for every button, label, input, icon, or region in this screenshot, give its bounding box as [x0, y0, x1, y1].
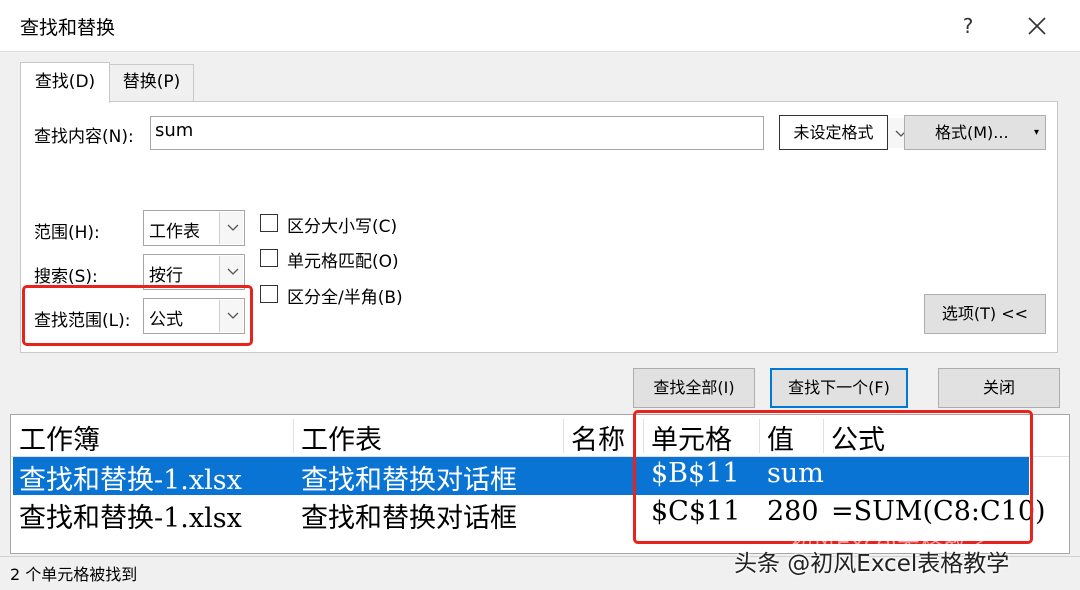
within-label: 范围(H):	[34, 223, 100, 243]
result-workbook: 查找和替换-1.xlsx	[19, 465, 242, 496]
search-order-dropdown[interactable]	[219, 256, 243, 288]
within-value: 工作表	[149, 222, 200, 242]
within-select[interactable]: 工作表	[143, 210, 245, 246]
column-divider[interactable]	[293, 419, 294, 453]
column-divider[interactable]	[563, 419, 564, 453]
close-button[interactable]: 关闭	[938, 368, 1060, 408]
chevron-down-icon	[227, 224, 239, 231]
close-icon[interactable]	[1014, 8, 1060, 44]
find-all-button[interactable]: 查找全部(I)	[633, 368, 755, 408]
result-workbook: 查找和替换-1.xlsx	[19, 503, 242, 534]
look-in-highlight-box	[22, 285, 253, 346]
result-sheet: 查找和替换对话框	[301, 465, 517, 496]
match-byte-width-checkbox[interactable]	[260, 285, 278, 303]
dialog-title: 查找和替换	[20, 17, 116, 39]
match-case-label: 区分大小写(C)	[287, 217, 398, 237]
tab-find[interactable]: 查找(D)	[20, 62, 110, 103]
search-order-value: 按行	[149, 266, 183, 286]
find-what-input[interactable]: sum	[150, 116, 913, 150]
find-what-value: sum	[155, 120, 194, 141]
title-bar: 查找和替换 ?	[0, 0, 1080, 52]
match-entire-cell-label: 单元格匹配(O)	[287, 252, 399, 272]
help-button[interactable]: ?	[948, 8, 988, 44]
result-sheet: 查找和替换对话框	[301, 503, 517, 534]
column-header-workbook[interactable]: 工作簿	[19, 418, 100, 457]
no-format-set-button[interactable]: 未设定格式	[779, 115, 888, 150]
format-dropdown-arrow-icon[interactable]: ▾	[1034, 116, 1039, 149]
match-entire-cell-checkbox[interactable]	[260, 249, 278, 267]
format-button[interactable]: 格式(M)... ▾	[904, 115, 1046, 150]
chevron-down-icon	[227, 268, 239, 275]
match-byte-width-label: 区分全/半角(B)	[287, 288, 403, 308]
status-text: 2 个单元格被找到	[10, 565, 138, 584]
options-toggle-button[interactable]: 选项(T) <<	[924, 294, 1046, 334]
within-dropdown[interactable]	[219, 212, 243, 244]
column-header-sheet[interactable]: 工作表	[301, 418, 382, 457]
tab-replace[interactable]: 替换(P)	[110, 64, 194, 101]
format-button-label: 格式(M)...	[935, 123, 1009, 142]
match-case-checkbox[interactable]	[260, 214, 278, 232]
find-what-label: 查找内容(N):	[34, 127, 134, 147]
find-next-button[interactable]: 查找下一个(F)	[770, 368, 908, 408]
column-header-name[interactable]: 名称	[571, 418, 625, 457]
search-order-label: 搜索(S):	[34, 267, 98, 287]
watermark: 头条 @初风Excel表格教学	[734, 551, 1010, 577]
